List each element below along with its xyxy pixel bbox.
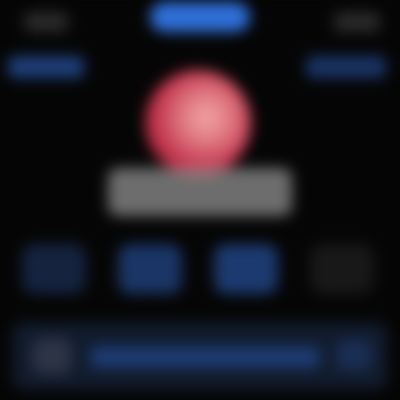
edit-button[interactable]: [306, 56, 386, 78]
video-button[interactable]: [214, 244, 278, 294]
card-action-icon[interactable]: [336, 340, 372, 370]
screen: [0, 0, 400, 400]
message-button[interactable]: [22, 244, 86, 294]
contact-name: [108, 168, 292, 216]
card-icon: [32, 338, 72, 374]
call-button[interactable]: [118, 244, 182, 294]
mail-button[interactable]: [310, 244, 374, 294]
avatar[interactable]: [145, 70, 251, 176]
card-text: [90, 346, 320, 368]
back-button[interactable]: [8, 56, 84, 78]
status-time: [24, 12, 68, 32]
status-pill[interactable]: [150, 2, 250, 32]
status-indicators: [334, 12, 380, 32]
